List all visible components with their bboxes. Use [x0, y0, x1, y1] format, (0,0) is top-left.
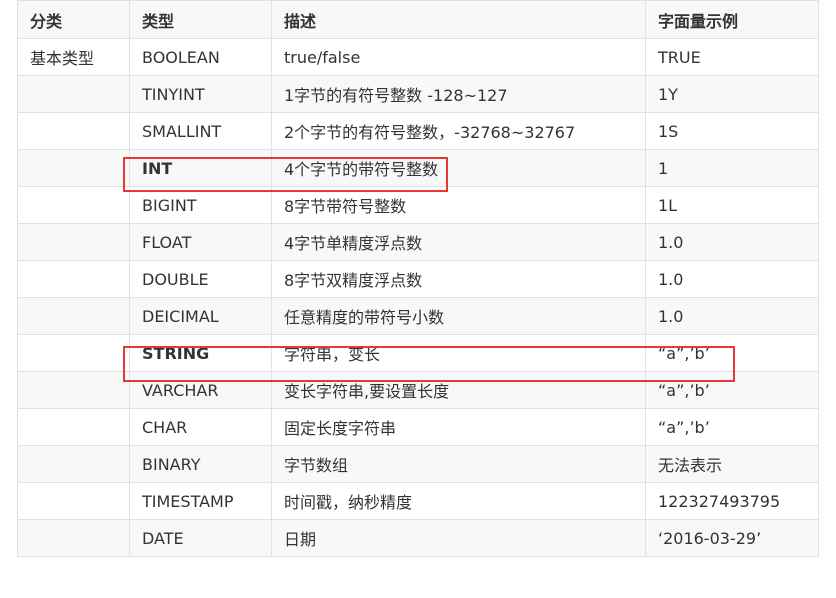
cell-description: 时间戳，纳秒精度: [271, 482, 646, 520]
cell-category: [17, 223, 130, 261]
cell-description: 字节数组: [271, 445, 646, 483]
cell-type: VARCHAR: [129, 371, 272, 409]
table-row: CHAR 固定长度字符串 “a”,’b’: [17, 408, 819, 446]
table-row: STRING 字符串，变长 “a”,’b’: [17, 334, 819, 372]
cell-category: 基本类型: [17, 38, 130, 76]
cell-category: [17, 297, 130, 335]
cell-category: [17, 334, 130, 372]
cell-type: FLOAT: [129, 223, 272, 261]
table-row: DOUBLE 8字节双精度浮点数 1.0: [17, 260, 819, 298]
cell-description: true/false: [271, 38, 646, 76]
cell-description: 1字节的有符号整数 -128~127: [271, 75, 646, 113]
cell-type: STRING: [129, 334, 272, 372]
cell-description: 任意精度的带符号小数: [271, 297, 646, 335]
cell-category: [17, 482, 130, 520]
cell-type: SMALLINT: [129, 112, 272, 150]
cell-example: ‘2016-03-29’: [645, 519, 819, 557]
header-description: 描述: [271, 0, 646, 39]
page: 分类 类型 描述 字面量示例 基本类型 BOOLEAN true/false T…: [0, 0, 836, 598]
table-row: VARCHAR 变长字符串,要设置长度 “a”,’b’: [17, 371, 819, 409]
cell-description: 4字节单精度浮点数: [271, 223, 646, 261]
cell-description: 变长字符串,要设置长度: [271, 371, 646, 409]
table-row: DEICIMAL 任意精度的带符号小数 1.0: [17, 297, 819, 335]
cell-description: 日期: [271, 519, 646, 557]
table-row: FLOAT 4字节单精度浮点数 1.0: [17, 223, 819, 261]
header-type: 类型: [129, 0, 272, 39]
table-row: BIGINT 8字节带符号整数 1L: [17, 186, 819, 224]
cell-category: [17, 186, 130, 224]
cell-example: 1S: [645, 112, 819, 150]
cell-category: [17, 371, 130, 409]
cell-type: TIMESTAMP: [129, 482, 272, 520]
cell-example: 1: [645, 149, 819, 187]
table-row: INT 4个字节的带符号整数 1: [17, 149, 819, 187]
cell-type: BOOLEAN: [129, 38, 272, 76]
cell-example: 1L: [645, 186, 819, 224]
cell-category: [17, 519, 130, 557]
cell-type: INT: [129, 149, 272, 187]
table-header-row: 分类 类型 描述 字面量示例: [17, 0, 819, 39]
cell-example: “a”,’b’: [645, 408, 819, 446]
header-literal-example: 字面量示例: [645, 0, 819, 39]
cell-category: [17, 149, 130, 187]
table-row: DATE 日期 ‘2016-03-29’: [17, 519, 819, 557]
cell-description: 固定长度字符串: [271, 408, 646, 446]
cell-example: 1.0: [645, 223, 819, 261]
cell-description: 4个字节的带符号整数: [271, 149, 646, 187]
cell-description: 2个字节的有符号整数，-32768~32767: [271, 112, 646, 150]
cell-type: BIGINT: [129, 186, 272, 224]
table-row: BINARY 字节数组 无法表示: [17, 445, 819, 483]
header-category: 分类: [17, 0, 130, 39]
cell-description: 8字节双精度浮点数: [271, 260, 646, 298]
cell-example: “a”,’b’: [645, 334, 819, 372]
cell-description: 字符串，变长: [271, 334, 646, 372]
cell-example: 1.0: [645, 297, 819, 335]
table-row: TIMESTAMP 时间戳，纳秒精度 122327493795: [17, 482, 819, 520]
table-row: 基本类型 BOOLEAN true/false TRUE: [17, 38, 819, 76]
cell-category: [17, 75, 130, 113]
cell-description: 8字节带符号整数: [271, 186, 646, 224]
table-row: TINYINT 1字节的有符号整数 -128~127 1Y: [17, 75, 819, 113]
table-row: SMALLINT 2个字节的有符号整数，-32768~32767 1S: [17, 112, 819, 150]
cell-example: 1.0: [645, 260, 819, 298]
cell-category: [17, 445, 130, 483]
cell-type: DOUBLE: [129, 260, 272, 298]
cell-type: DEICIMAL: [129, 297, 272, 335]
cell-category: [17, 408, 130, 446]
cell-category: [17, 260, 130, 298]
cell-category: [17, 112, 130, 150]
cell-example: 1Y: [645, 75, 819, 113]
data-types-table: 分类 类型 描述 字面量示例 基本类型 BOOLEAN true/false T…: [17, 0, 819, 557]
cell-type: DATE: [129, 519, 272, 557]
cell-example: 122327493795: [645, 482, 819, 520]
cell-type: BINARY: [129, 445, 272, 483]
cell-type: CHAR: [129, 408, 272, 446]
cell-example: TRUE: [645, 38, 819, 76]
cell-example: 无法表示: [645, 445, 819, 483]
cell-example: “a”,’b’: [645, 371, 819, 409]
cell-type: TINYINT: [129, 75, 272, 113]
